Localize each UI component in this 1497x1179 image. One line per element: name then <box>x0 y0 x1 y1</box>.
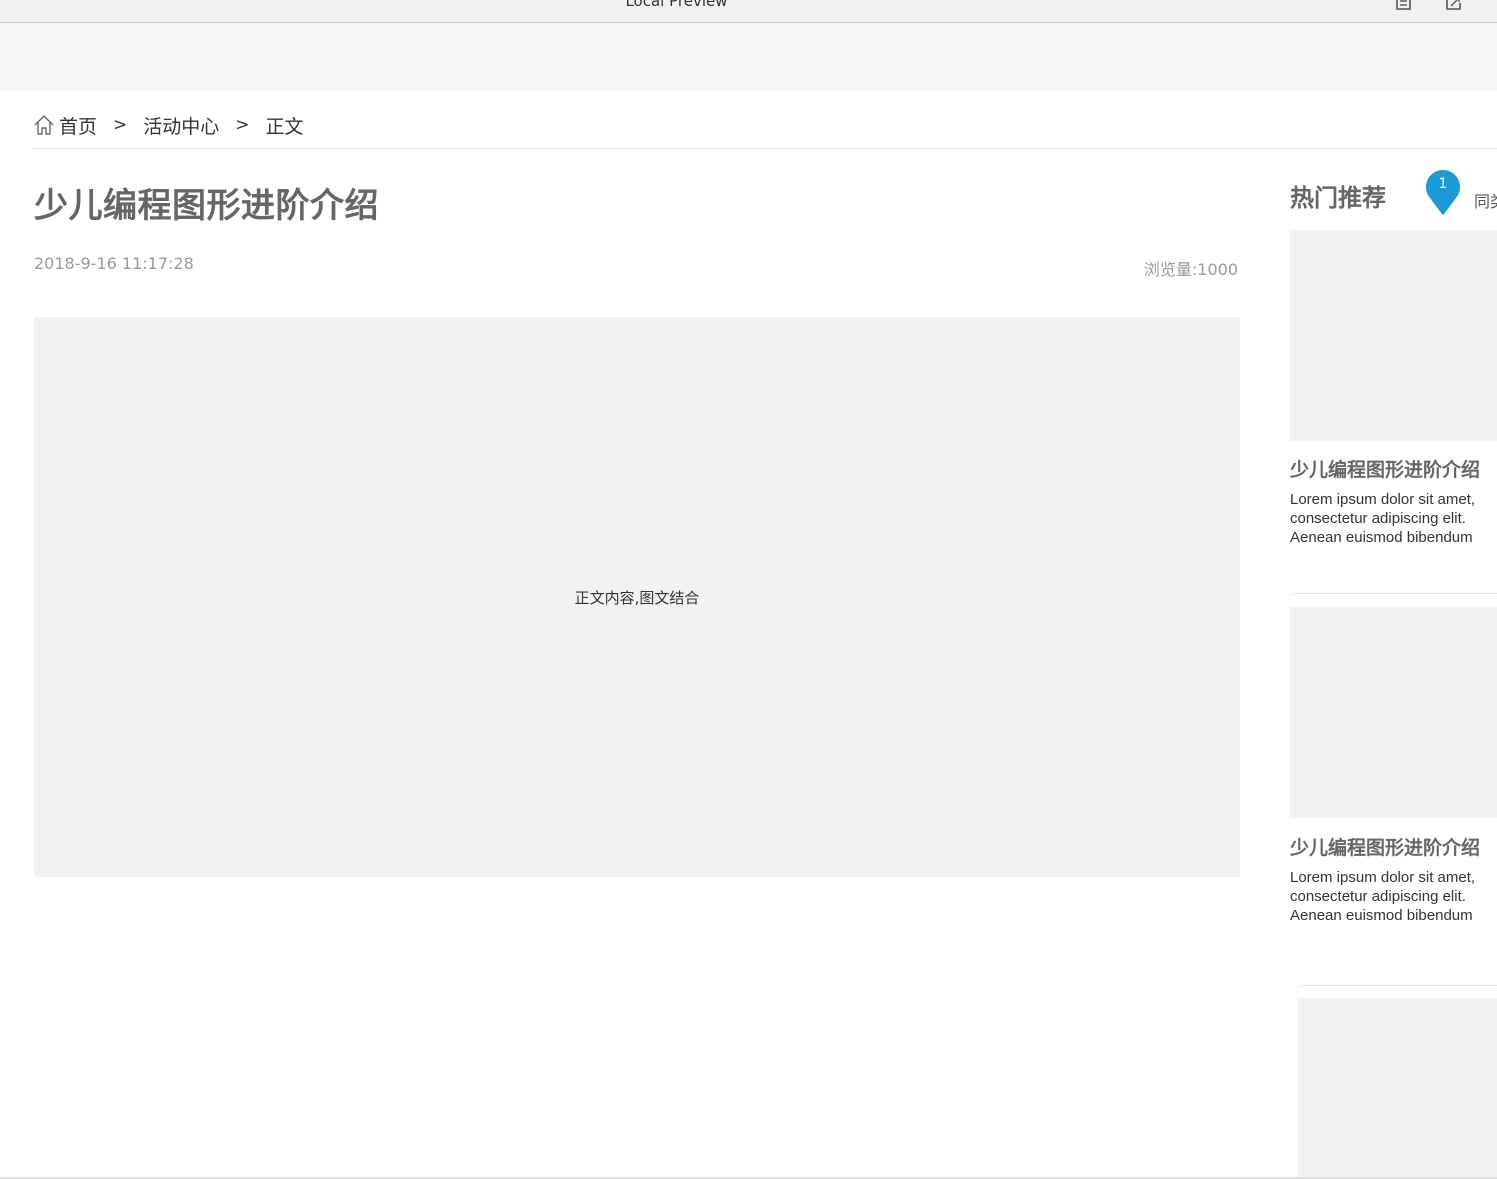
article-content: 正文内容,图文结合 <box>34 317 1240 877</box>
home-icon[interactable] <box>33 114 55 136</box>
breadcrumb-activity-center[interactable]: 活动中心 <box>143 112 219 139</box>
breadcrumb-current: 正文 <box>265 115 304 138</box>
article-date: 2018-9-16 11:17:28 <box>34 254 194 273</box>
window-titlebar: Local Preview <box>0 0 1497 23</box>
view-count-value: 1000 <box>1197 260 1238 279</box>
breadcrumb-divider <box>33 148 1497 149</box>
card-divider <box>1290 593 1497 594</box>
annotation-pin-number: 1 <box>1438 176 1448 192</box>
card-divider <box>1298 985 1497 986</box>
article-title: 少儿编程图形进阶介绍 <box>34 186 379 226</box>
card-image[interactable] <box>1298 998 1497 1179</box>
card-title[interactable]: 少儿编程图形进阶介绍 <box>1290 455 1480 482</box>
annotation-pin[interactable]: 1 <box>1423 166 1463 218</box>
breadcrumb-home[interactable]: 首页 <box>59 112 97 139</box>
export-icon[interactable] <box>1444 0 1464 11</box>
card-image[interactable] <box>1290 230 1497 441</box>
sidebar-tab-similar[interactable]: 同类 <box>1474 188 1497 212</box>
breadcrumb: 首页 > 活动中心 > 正文 <box>33 110 304 140</box>
card-image[interactable] <box>1290 607 1497 818</box>
header-band <box>0 23 1497 91</box>
sidebar-heading-hot[interactable]: 热门推荐 <box>1290 178 1386 213</box>
view-count-label: 浏览量: <box>1143 260 1198 279</box>
breadcrumb-separator: > <box>113 115 128 135</box>
window-title: Local Preview <box>625 0 728 10</box>
card-title[interactable]: 少儿编程图形进阶介绍 <box>1290 833 1480 860</box>
breadcrumb-separator: > <box>235 115 250 135</box>
view-count: 浏览量:1000 <box>1144 256 1238 280</box>
card-description: Lorem ipsum dolor sit amet, consectetur … <box>1290 869 1476 924</box>
content-placeholder: 正文内容,图文结合 <box>574 588 700 607</box>
document-icon[interactable] <box>1394 0 1414 11</box>
card-description: Lorem ipsum dolor sit amet, consectetur … <box>1290 491 1476 546</box>
